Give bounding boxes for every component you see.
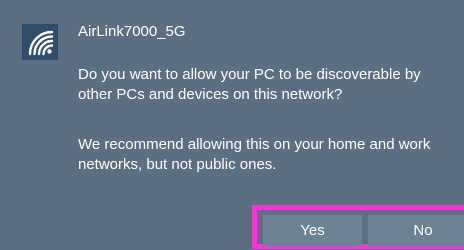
button-row-highlight: Yes No — [252, 205, 464, 249]
wifi-icon — [28, 30, 54, 56]
no-button[interactable]: No — [368, 215, 464, 246]
network-icon-tile — [22, 24, 58, 60]
prompt-line-1: Do you want to allow your PC to be disco… — [78, 66, 421, 83]
recommendation-line-1: We recommend allowing this on your home … — [78, 136, 431, 153]
prompt-line-2: other PCs and devices on this network? — [78, 86, 343, 103]
discoverable-prompt: Do you want to allow your PC to be disco… — [78, 65, 464, 105]
yes-button[interactable]: Yes — [263, 215, 362, 246]
recommendation-line-2: networks, but not public ones. — [78, 156, 277, 173]
network-discovery-panel: AirLink7000_5G Do you want to allow your… — [0, 0, 464, 250]
recommendation-text: We recommend allowing this on your home … — [78, 135, 464, 175]
network-name: AirLink7000_5G — [78, 23, 186, 40]
